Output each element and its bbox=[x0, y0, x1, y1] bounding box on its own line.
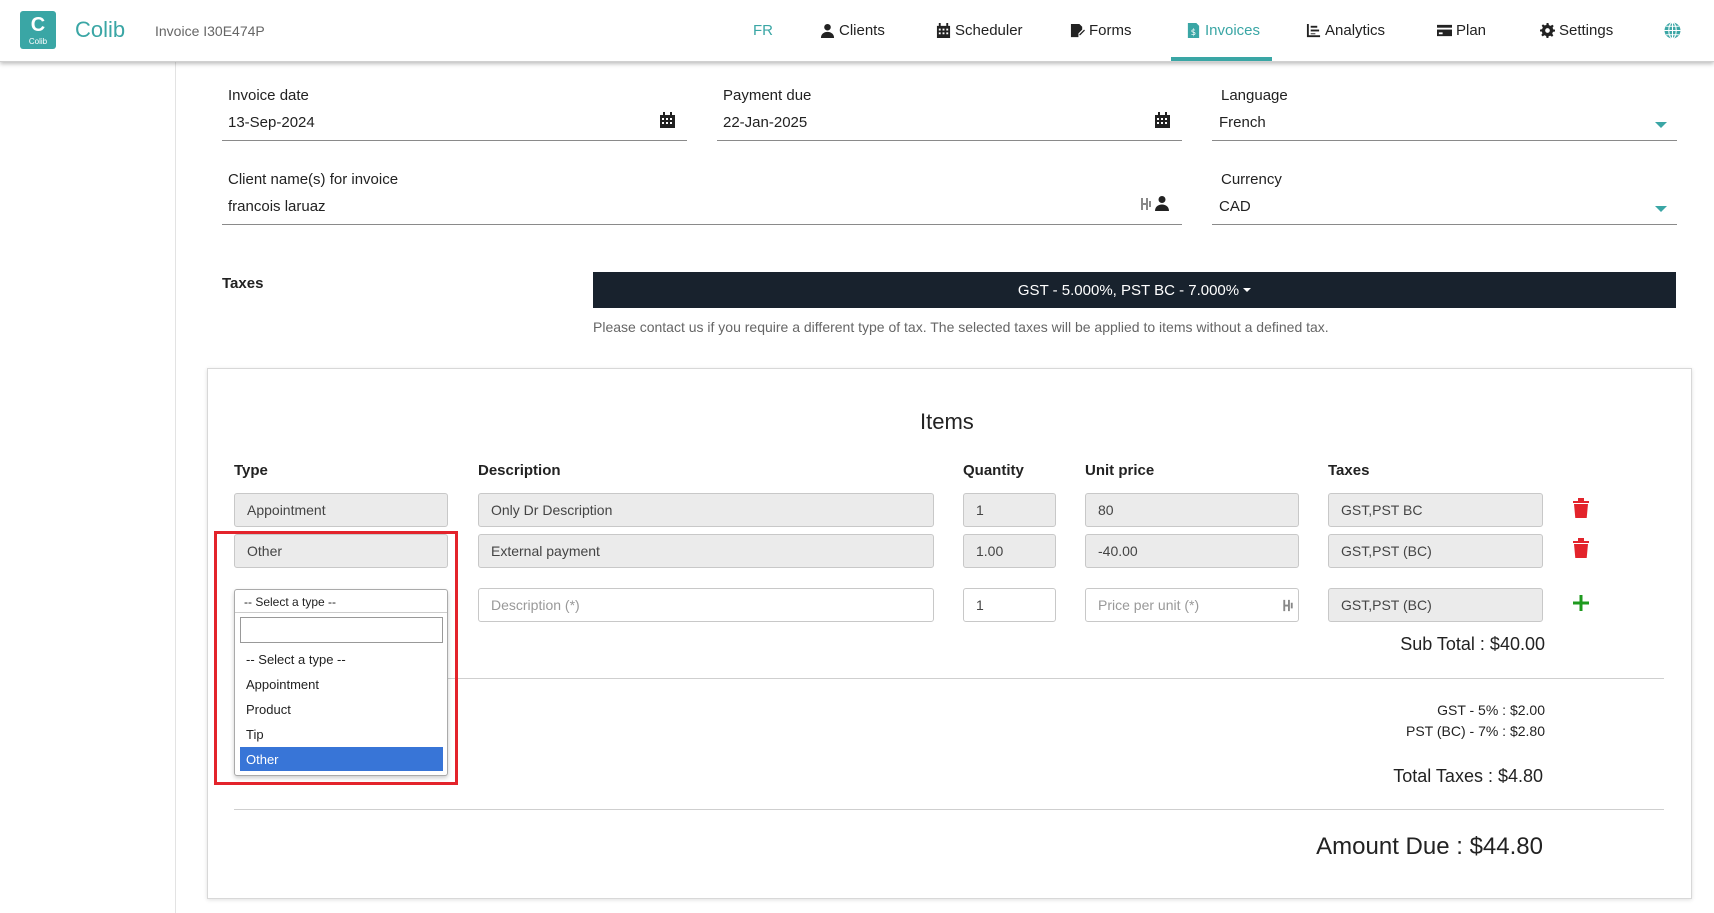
currency-underline bbox=[1212, 224, 1677, 225]
row1-taxes[interactable]: GST,PST BC bbox=[1328, 493, 1543, 527]
payment-due-label: Payment due bbox=[723, 87, 812, 104]
trash-icon[interactable] bbox=[1572, 498, 1590, 518]
new-quantity-input[interactable]: 1 bbox=[963, 588, 1056, 622]
row2-quantity[interactable]: 1.00 bbox=[963, 534, 1056, 568]
header-unit-price: Unit price bbox=[1085, 462, 1155, 479]
nav-invoices[interactable]: $ Invoices bbox=[1186, 22, 1260, 39]
svg-text:$: $ bbox=[1191, 27, 1196, 37]
new-description-input[interactable]: Description (*) bbox=[478, 588, 934, 622]
total-taxes: Total Taxes : $4.80 bbox=[1393, 766, 1543, 786]
currency-label: Currency bbox=[1221, 171, 1282, 188]
row1-description[interactable]: Only Dr Description bbox=[478, 493, 934, 527]
logo-letter: C bbox=[30, 14, 46, 36]
row1-unit-price[interactable]: 80 bbox=[1085, 493, 1299, 527]
client-name-underline bbox=[222, 224, 1182, 225]
nav-analytics-label: Analytics bbox=[1325, 22, 1386, 39]
header-taxes: Taxes bbox=[1328, 462, 1370, 479]
nav-clients[interactable]: Clients bbox=[820, 22, 885, 39]
highlight-frame bbox=[214, 531, 458, 785]
invoice-id: Invoice I30E474P bbox=[155, 23, 265, 39]
gst-line: GST - 5% : $2.00 bbox=[1437, 702, 1545, 718]
new-taxes-select[interactable]: GST,PST (BC) bbox=[1328, 588, 1543, 622]
app-logo[interactable]: C Colib bbox=[20, 11, 56, 49]
form-edit-icon bbox=[1070, 23, 1085, 38]
active-nav-underline bbox=[1171, 57, 1272, 61]
currency-select[interactable]: CAD bbox=[1219, 198, 1251, 215]
nav-invoices-label: Invoices bbox=[1205, 22, 1261, 39]
items-title: Items bbox=[920, 409, 974, 434]
calendar-icon[interactable] bbox=[660, 112, 675, 128]
payment-due-underline bbox=[717, 140, 1182, 141]
nav-scheduler[interactable]: Scheduler bbox=[936, 22, 1023, 39]
nav-scheduler-label: Scheduler bbox=[955, 22, 1023, 39]
logo-text: Colib bbox=[28, 37, 48, 46]
nav-forms-label: Forms bbox=[1089, 22, 1132, 39]
row2-unit-price[interactable]: -40.00 bbox=[1085, 534, 1299, 568]
language-select[interactable]: French bbox=[1219, 114, 1266, 131]
left-sidebar bbox=[0, 62, 176, 913]
header-type: Type bbox=[234, 462, 268, 479]
calendar-icon[interactable] bbox=[1155, 112, 1170, 128]
nav-forms[interactable]: Forms bbox=[1070, 22, 1132, 39]
calendar-grid-icon bbox=[936, 23, 951, 38]
caret-down-icon bbox=[1243, 288, 1252, 292]
taxes-select-button[interactable]: GST - 5.000%, PST BC - 7.000% bbox=[593, 272, 1676, 308]
taxes-selected-text: GST - 5.000%, PST BC - 7.000% bbox=[1017, 281, 1240, 299]
language-label: Language bbox=[1221, 87, 1288, 104]
invoice-date-label: Invoice date bbox=[228, 87, 309, 104]
payment-due-field[interactable]: 22-Jan-2025 bbox=[723, 114, 807, 131]
nav-plan-label: Plan bbox=[1456, 22, 1487, 39]
top-navbar: C Colib Colib Invoice I30E474P FR Client… bbox=[0, 0, 1714, 62]
user-icon bbox=[820, 23, 835, 38]
client-name-field[interactable]: francois laruaz bbox=[228, 198, 326, 215]
nav-plan[interactable]: Plan bbox=[1437, 22, 1486, 39]
language-underline bbox=[1212, 140, 1677, 141]
password-manager-icon[interactable] bbox=[1140, 196, 1152, 212]
pst-line: PST (BC) - 7% : $2.80 bbox=[1405, 723, 1545, 739]
row1-quantity[interactable]: 1 bbox=[963, 493, 1056, 527]
brand-name[interactable]: Colib bbox=[75, 17, 125, 43]
nav-settings[interactable]: Settings bbox=[1540, 22, 1613, 39]
language-switch-fr[interactable]: FR bbox=[753, 22, 773, 39]
nav-clients-label: Clients bbox=[839, 22, 885, 39]
sub-total: Sub Total : $40.00 bbox=[1400, 634, 1545, 654]
user-icon[interactable] bbox=[1154, 195, 1170, 211]
invoice-icon: $ bbox=[1187, 23, 1200, 38]
globe-icon[interactable] bbox=[1664, 22, 1681, 39]
row2-taxes[interactable]: GST,PST (BC) bbox=[1328, 534, 1543, 568]
chevron-down-icon[interactable] bbox=[1655, 206, 1667, 212]
client-name-label: Client name(s) for invoice bbox=[228, 171, 399, 188]
chevron-down-icon[interactable] bbox=[1655, 122, 1667, 128]
trash-icon[interactable] bbox=[1572, 538, 1590, 558]
password-manager-icon[interactable] bbox=[1282, 598, 1294, 613]
nav-analytics[interactable]: Analytics bbox=[1306, 22, 1385, 39]
amount-due: Amount Due : $44.80 bbox=[1316, 833, 1543, 860]
gear-icon bbox=[1540, 23, 1555, 38]
invoice-date-underline bbox=[222, 140, 687, 141]
invoice-date-field[interactable]: 13-Sep-2024 bbox=[228, 114, 315, 131]
taxes-label: Taxes bbox=[222, 275, 264, 292]
add-item-plus-icon[interactable] bbox=[1572, 594, 1590, 612]
row1-type[interactable]: Appointment bbox=[234, 493, 448, 527]
taxes-note: Please contact us if you require a diffe… bbox=[593, 319, 1329, 335]
credit-card-icon bbox=[1437, 24, 1452, 37]
row2-description[interactable]: External payment bbox=[478, 534, 934, 568]
chart-icon bbox=[1306, 23, 1321, 38]
new-price-input[interactable]: Price per unit (*) bbox=[1085, 588, 1299, 622]
divider bbox=[234, 809, 1664, 810]
header-description: Description bbox=[478, 462, 561, 479]
header-quantity: Quantity bbox=[963, 462, 1024, 479]
nav-settings-label: Settings bbox=[1559, 22, 1614, 39]
